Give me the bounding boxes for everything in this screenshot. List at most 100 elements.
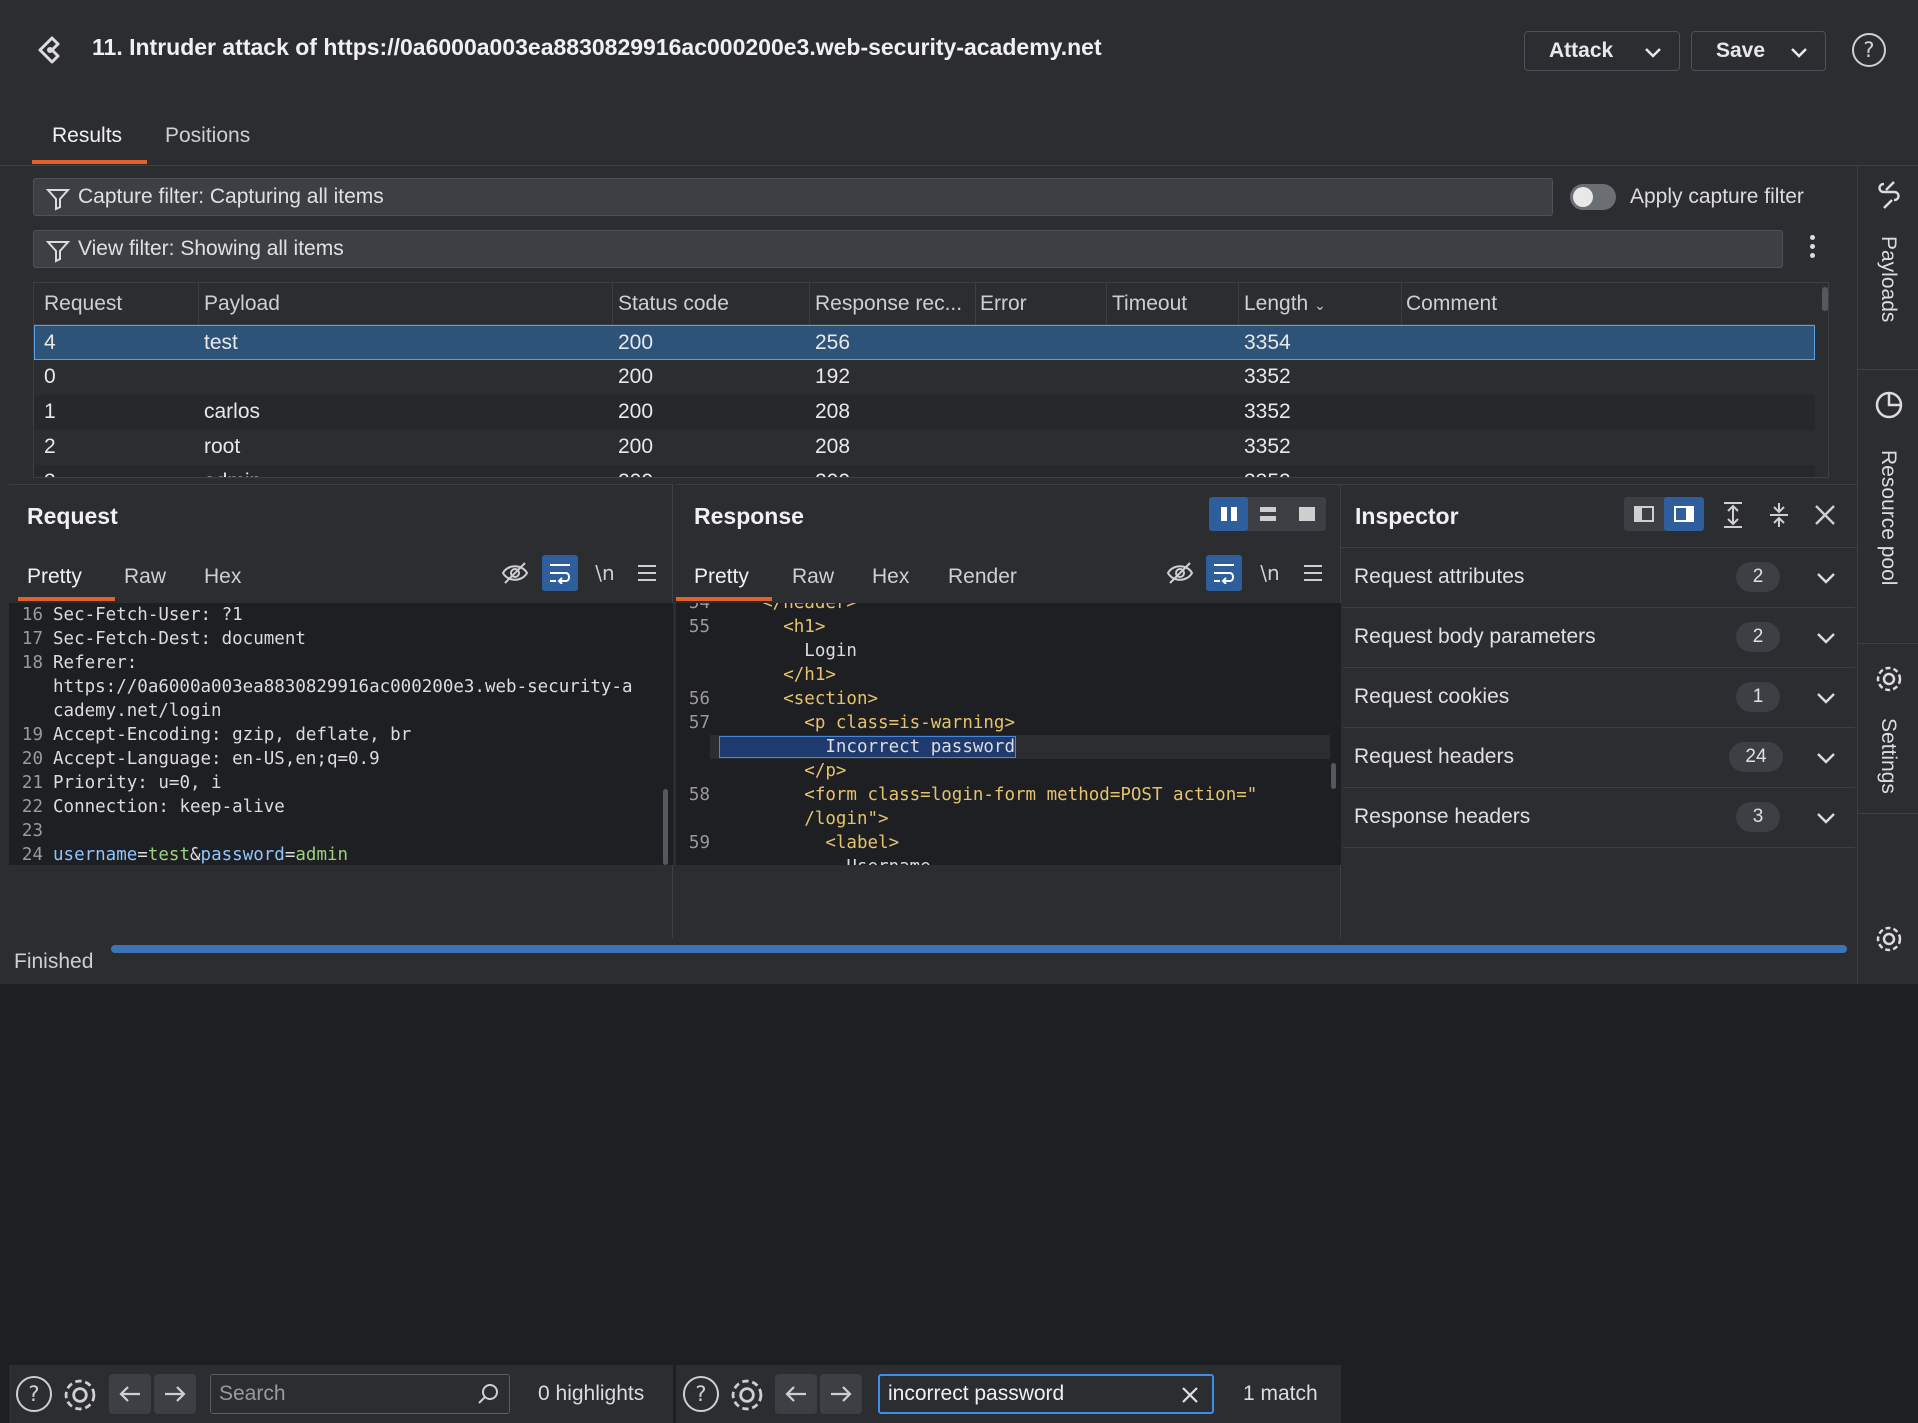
dock-right-icon[interactable] xyxy=(1664,497,1704,531)
view-filter-text: View filter: Showing all items xyxy=(78,237,344,260)
cell-status: 200 xyxy=(618,470,653,477)
response-pane: Response Pretty Raw Hex Render \n 54 </h… xyxy=(676,484,1341,1423)
table-row[interactable]: 1 carlos 200 208 3352 xyxy=(34,395,1815,430)
word-wrap-icon[interactable] xyxy=(1206,555,1242,591)
tab-results[interactable]: Results xyxy=(52,124,122,148)
count-badge: 3 xyxy=(1736,802,1780,832)
single-layout-icon[interactable] xyxy=(1287,497,1326,531)
inspector-layout-switcher xyxy=(1624,497,1704,531)
collapse-all-icon[interactable] xyxy=(1761,497,1797,533)
table-row[interactable]: 4 test 200 256 3354 xyxy=(34,325,1815,360)
intruder-window: 11. Intruder attack of https://0a6000a00… xyxy=(0,0,1918,1423)
inspector-section-request-body-parameters[interactable]: Request body parameters 2 xyxy=(1343,608,1855,668)
tab-hex[interactable]: Hex xyxy=(872,565,909,589)
column-header[interactable]: Error xyxy=(980,292,1027,316)
next-match-button[interactable] xyxy=(820,1374,862,1414)
count-badge: 2 xyxy=(1736,622,1780,652)
clear-icon[interactable] xyxy=(1180,1385,1200,1405)
request-editor[interactable]: 16 Sec-Fetch-User: ?1 17 Sec-Fetch-Dest: d… xyxy=(9,603,673,865)
filter-icon xyxy=(46,189,70,211)
sidebar-item-resource-pool[interactable]: Resource pool xyxy=(1858,370,1918,644)
tab-pretty[interactable]: Pretty xyxy=(694,565,749,589)
cell-response: 200 xyxy=(815,470,850,477)
help-icon[interactable]: ? xyxy=(1852,33,1886,67)
newline-toggle[interactable]: \n xyxy=(587,555,623,591)
toggle-knob xyxy=(1573,187,1593,207)
inspector-section-request-attributes[interactable]: Request attributes 2 xyxy=(1343,548,1855,608)
editor-scrollbar[interactable] xyxy=(1331,763,1336,789)
save-button-label: Save xyxy=(1716,39,1766,62)
view-filter-bar[interactable]: View filter: Showing all items xyxy=(33,230,1783,268)
active-tab-underline xyxy=(18,597,115,601)
gear-icon[interactable] xyxy=(61,1376,99,1418)
search-input[interactable]: incorrect password xyxy=(878,1374,1214,1414)
help-icon[interactable]: ? xyxy=(683,1376,719,1412)
inspector-section-label: Request attributes xyxy=(1354,565,1525,588)
attack-button[interactable]: Attack xyxy=(1524,31,1680,71)
tab-raw[interactable]: Raw xyxy=(792,565,834,589)
sort-desc-icon: ⌄ xyxy=(1314,297,1326,313)
column-header[interactable]: Payload xyxy=(204,292,280,316)
table-row[interactable]: 2 root 200 208 3352 xyxy=(34,430,1815,465)
table-scrollbar[interactable] xyxy=(1821,283,1828,477)
capture-filter-bar[interactable]: Capture filter: Capturing all items xyxy=(33,178,1553,216)
inspector-title: Inspector xyxy=(1355,503,1459,529)
table-row[interactable]: 3 admin 200 200 3352 xyxy=(34,465,1815,477)
request-pane: Request Pretty Raw Hex \n 16 Sec-Fetch-Us… xyxy=(9,484,673,1423)
tab-hex[interactable]: Hex xyxy=(204,565,241,589)
gear-icon xyxy=(1876,666,1902,692)
table-row[interactable]: 0 200 192 3352 xyxy=(34,360,1815,395)
more-options-icon[interactable] xyxy=(1808,232,1816,262)
sidebar-item-label: Payloads xyxy=(1877,236,1900,323)
gear-icon[interactable] xyxy=(728,1376,766,1418)
menu-icon[interactable] xyxy=(629,555,665,591)
dock-left-icon[interactable] xyxy=(1624,497,1664,531)
tab-raw[interactable]: Raw xyxy=(124,565,166,589)
expand-all-icon[interactable] xyxy=(1715,497,1751,533)
search-input[interactable]: Search xyxy=(210,1374,510,1414)
inspector-section-label: Response headers xyxy=(1354,805,1531,828)
count-badge: 2 xyxy=(1736,562,1780,592)
column-header[interactable]: Status code xyxy=(618,292,729,316)
status-label: Finished xyxy=(14,950,94,973)
tab-pretty[interactable]: Pretty xyxy=(27,565,82,589)
close-icon[interactable] xyxy=(1807,497,1843,533)
gear-icon[interactable] xyxy=(1874,924,1904,958)
cell-request: 2 xyxy=(44,435,56,458)
column-header[interactable]: Timeout xyxy=(1112,292,1187,316)
inspector-section-request-headers[interactable]: Request headers 24 xyxy=(1343,728,1855,788)
apply-capture-filter-toggle[interactable] xyxy=(1570,184,1616,210)
inspector-section-request-cookies[interactable]: Request cookies 1 xyxy=(1343,668,1855,728)
inspector-section-label: Request cookies xyxy=(1354,685,1510,708)
save-button[interactable]: Save xyxy=(1691,31,1826,71)
inspector-section-label: Request body parameters xyxy=(1354,625,1596,648)
previous-match-button[interactable] xyxy=(775,1374,817,1414)
tab-render[interactable]: Render xyxy=(948,565,1017,589)
column-header[interactable]: Response rec... xyxy=(815,292,962,316)
column-header[interactable]: Comment xyxy=(1406,292,1497,316)
cell-length: 3354 xyxy=(1244,331,1291,354)
column-header[interactable]: Request xyxy=(44,292,122,316)
hide-non-printable-icon[interactable] xyxy=(497,555,533,591)
stacked-layout-icon[interactable] xyxy=(1248,497,1287,531)
sidebar-item-payloads[interactable]: Payloads xyxy=(1858,166,1918,370)
inspector-section-response-headers[interactable]: Response headers 3 xyxy=(1343,788,1855,848)
response-search-bar: ? incorrect password 1 match xyxy=(676,1365,1341,1423)
cell-response: 256 xyxy=(815,331,851,354)
highlights-count: 0 highlights xyxy=(538,1382,645,1405)
word-wrap-icon[interactable] xyxy=(542,555,578,591)
newline-toggle[interactable]: \n xyxy=(1252,555,1288,591)
previous-match-button[interactable] xyxy=(109,1374,151,1414)
response-editor[interactable]: 54 </header> 55 <h1> Login </h1> 56 <sec… xyxy=(676,603,1341,865)
editor-scrollbar[interactable] xyxy=(663,789,668,865)
hide-non-printable-icon[interactable] xyxy=(1162,555,1198,591)
menu-icon[interactable] xyxy=(1295,555,1331,591)
next-match-button[interactable] xyxy=(154,1374,196,1414)
column-header-length[interactable]: Length ⌄ xyxy=(1244,292,1326,316)
request-title: Request xyxy=(27,503,118,529)
tab-positions[interactable]: Positions xyxy=(165,124,250,148)
side-by-side-layout-icon[interactable] xyxy=(1209,497,1248,531)
help-icon[interactable]: ? xyxy=(16,1376,52,1412)
cell-payload: carlos xyxy=(204,400,261,423)
sidebar-item-settings[interactable]: Settings xyxy=(1858,644,1918,814)
